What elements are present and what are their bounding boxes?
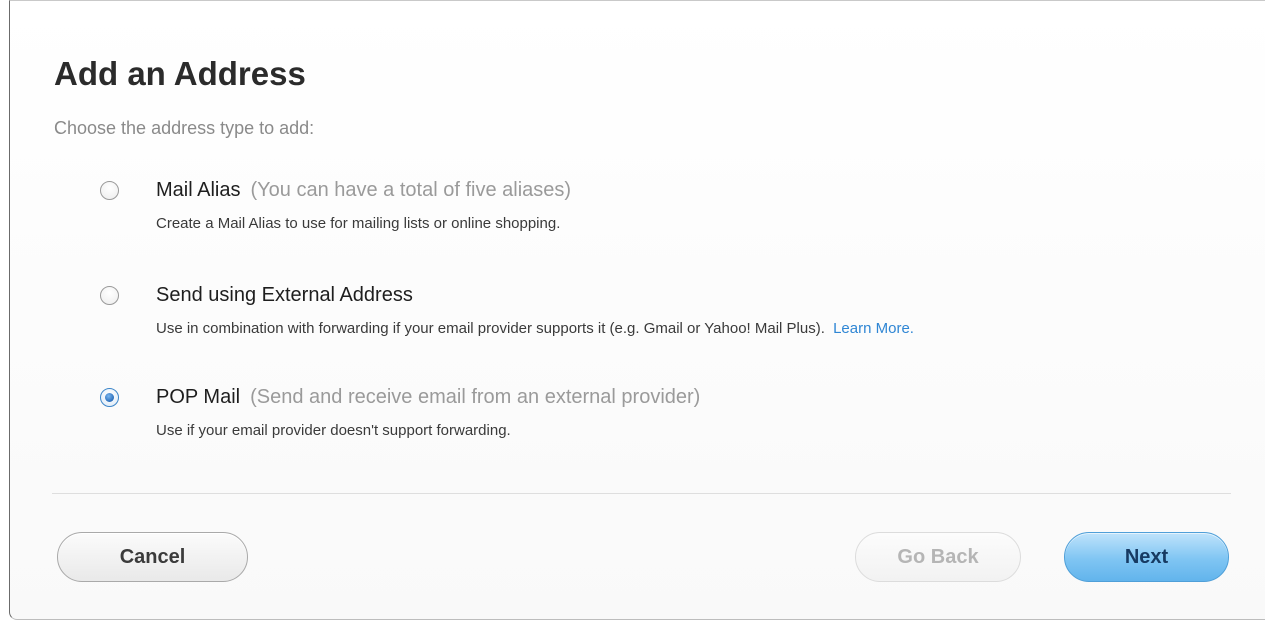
option-label: POP Mail (Send and receive email from an … [156,387,700,407]
next-button[interactable]: Next [1064,532,1229,582]
option-description: Use if your email provider doesn't suppo… [156,422,511,439]
option-note: (Send and receive email from an external… [250,386,701,408]
option-label: Send using External Address [156,285,413,305]
add-address-dialog: Add an Address Choose the address type t… [9,0,1265,620]
cancel-button[interactable]: Cancel [57,532,248,582]
option-description: Use in combination with forwarding if yo… [156,321,914,336]
dialog-subtitle: Choose the address type to add: [54,118,315,138]
radio-unchecked-icon[interactable] [100,181,119,200]
radio-unchecked-icon[interactable] [100,286,119,305]
learn-more-link[interactable]: Learn More. [833,320,914,337]
option-note: (You can have a total of five aliases) [250,179,572,201]
dialog-title: Add an Address [54,55,306,92]
radio-checked-icon[interactable] [100,388,119,407]
option-title: Send using External Address [156,284,413,306]
option-title: POP Mail [156,386,241,408]
radio-dot [105,393,114,402]
option-description: Create a Mail Alias to use for mailing l… [156,215,561,232]
option-description-text: Use in combination with forwarding if yo… [156,320,825,337]
option-title: Mail Alias [156,179,241,201]
go-back-button[interactable]: Go Back [855,532,1021,582]
option-label: Mail Alias (You can have a total of five … [156,180,571,200]
divider [52,493,1231,494]
